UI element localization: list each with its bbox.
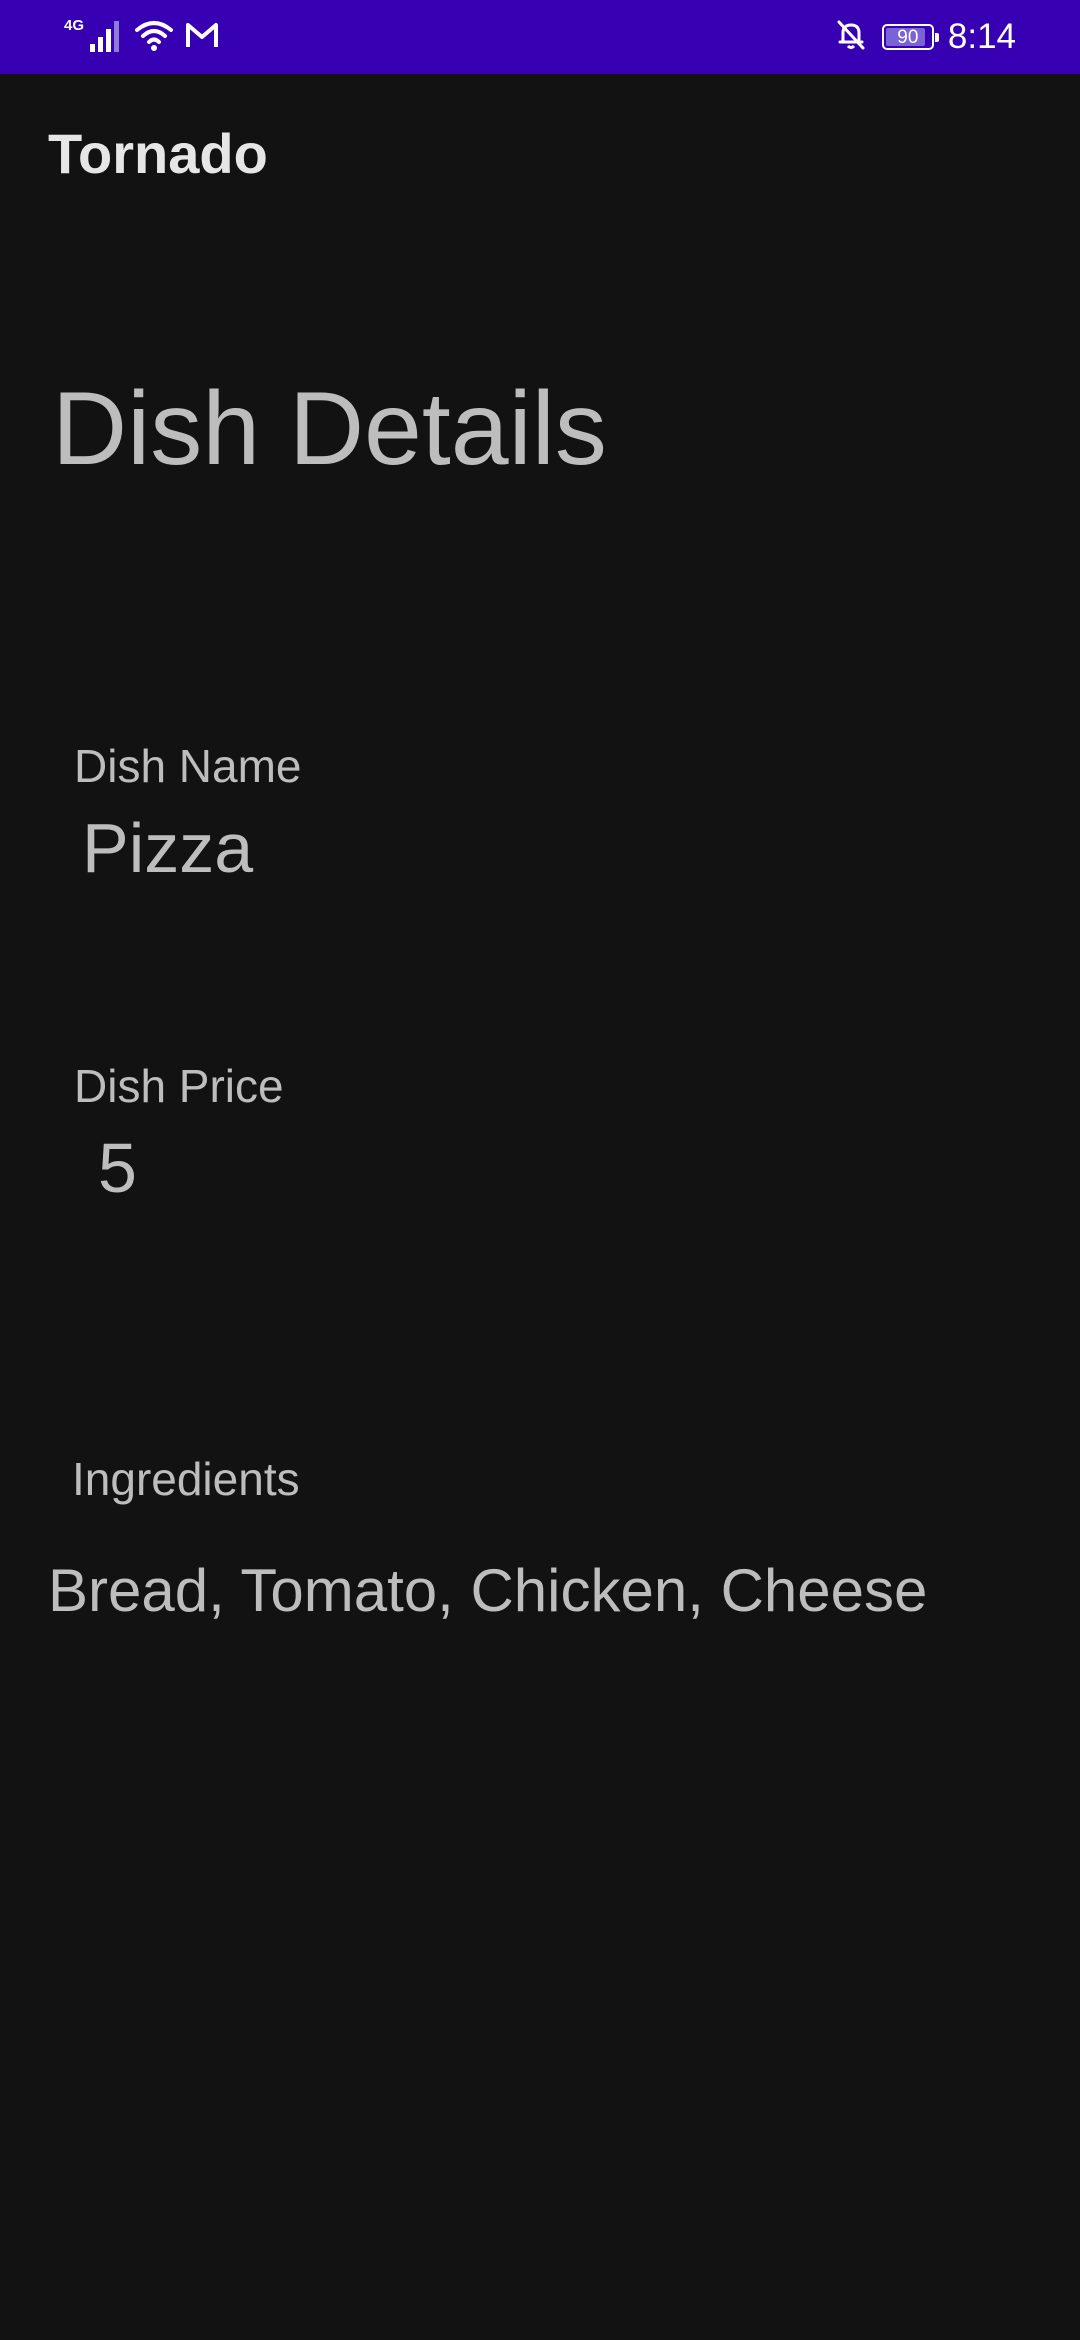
page-title: Dish Details [52, 371, 607, 487]
notifications-off-icon [834, 18, 868, 57]
battery-percentage: 90 [897, 26, 919, 48]
ingredients-label: Ingredients [72, 1453, 300, 1505]
battery-icon: 90 [881, 24, 939, 50]
dish-name-label: Dish Name [74, 740, 302, 792]
network-type-label: 4G [64, 16, 85, 34]
dish-name-value: Pizza [82, 809, 254, 887]
dish-price-label: Dish Price [74, 1060, 284, 1112]
status-clock: 8:14 [947, 17, 1016, 56]
screen: 4G 90 8:14 Tornado Dish Details Dish Nam… [0, 0, 1080, 2340]
status-bar: 4G 90 8:14 [0, 0, 1080, 74]
signal-icon [88, 18, 124, 57]
dish-price-value: 5 [98, 1129, 137, 1207]
app-title: Tornado [48, 122, 268, 185]
wifi-icon [134, 18, 174, 57]
ingredients-value: Bread, Tomato, Chicken, Cheese [48, 1557, 928, 1624]
status-bar-left: 4G [64, 14, 220, 60]
status-bar-right: 90 8:14 [834, 14, 1016, 60]
gmail-icon [184, 20, 220, 55]
